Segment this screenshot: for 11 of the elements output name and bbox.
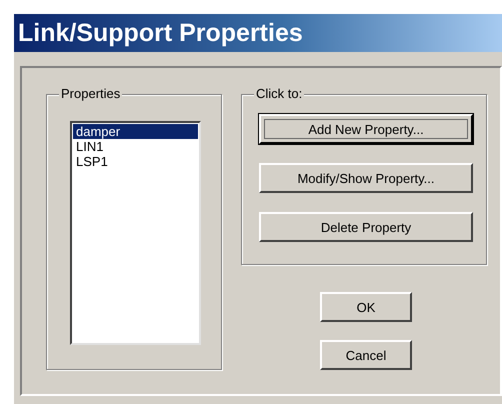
action-button[interactable]: Delete Property [259,212,473,242]
window-title: Link/Support Properties [18,18,303,48]
group-label: Properties [59,86,122,102]
list-item[interactable]: LIN1 [73,139,198,154]
list-item[interactable]: LSP1 [73,154,198,169]
action-button[interactable]: Modify/Show Property... [259,163,473,193]
property-list[interactable]: damper LIN1 LSP1 [70,121,201,345]
action-button[interactable]: Add New Property... [259,114,473,144]
ok-button[interactable]: OK [320,292,412,322]
cancel-button[interactable]: Cancel [320,340,412,370]
list-item[interactable]: damper [73,124,198,139]
